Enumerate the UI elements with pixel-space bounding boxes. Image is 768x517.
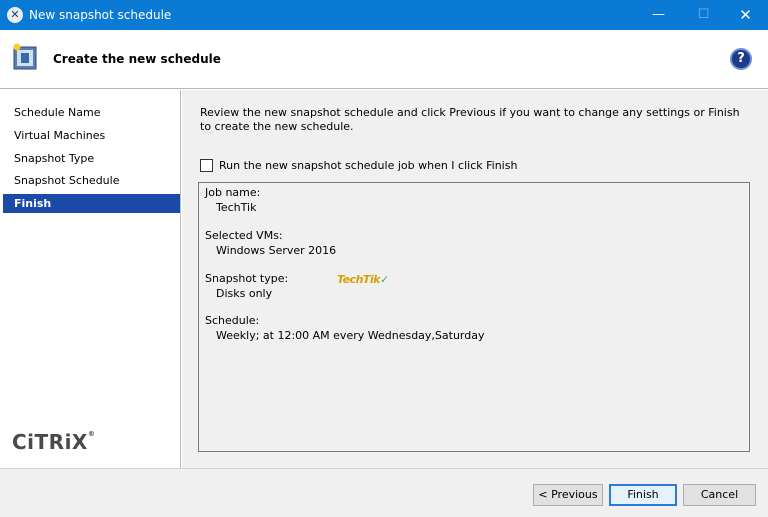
job-name-value: TechTik (216, 201, 257, 214)
wizard-content: Review the new snapshot schedule and cli… (182, 90, 768, 468)
wizard-sidebar: Schedule Name Virtual Machines Snapshot … (0, 90, 181, 468)
help-icon[interactable]: ? (730, 48, 752, 70)
summary-box: Job name: TechTik Selected VMs: Windows … (198, 182, 750, 452)
maximize-button: ☐ (697, 7, 710, 22)
snapshot-type-value: Disks only (216, 287, 273, 300)
sidebar-item-schedule-name[interactable]: Schedule Name (3, 103, 180, 122)
selected-vms-label: Selected VMs: (205, 229, 283, 242)
schedule-wizard-icon (13, 43, 37, 70)
finish-button[interactable]: Finish (609, 484, 677, 506)
schedule-value: Weekly; at 12:00 AM every Wednesday,Satu… (216, 329, 485, 342)
xenserver-icon: ✕ (7, 7, 23, 23)
wizard-header: Create the new schedule ? (0, 30, 768, 89)
minimize-button[interactable]: — (636, 0, 681, 30)
page-title: Create the new schedule (53, 52, 221, 66)
snapshot-type-label: Snapshot type: (205, 272, 289, 285)
sidebar-item-snapshot-schedule[interactable]: Snapshot Schedule (3, 171, 180, 190)
sidebar-item-virtual-machines[interactable]: Virtual Machines (3, 126, 180, 145)
selected-vms-value: Windows Server 2016 (216, 244, 337, 257)
intro-text: Review the new snapshot schedule and cli… (200, 106, 740, 133)
citrix-logo: CiTRiX® (12, 430, 96, 454)
window-title: New snapshot schedule (29, 8, 172, 22)
close-button[interactable]: ✕ (723, 0, 768, 30)
wizard-footer: < Previous Finish Cancel (0, 468, 768, 517)
cancel-button[interactable]: Cancel (683, 484, 756, 506)
sidebar-item-finish[interactable]: Finish (3, 194, 180, 213)
job-name-label: Job name: (205, 186, 261, 199)
run-job-checkbox-label[interactable]: Run the new snapshot schedule job when I… (219, 158, 517, 174)
techtik-watermark: TechTik✓ (337, 273, 389, 286)
run-job-checkbox[interactable] (200, 159, 213, 172)
previous-button[interactable]: < Previous (533, 484, 603, 506)
title-bar: ✕ New snapshot schedule — ☐ ✕ (0, 0, 768, 30)
schedule-label: Schedule: (205, 314, 260, 327)
sidebar-item-snapshot-type[interactable]: Snapshot Type (3, 149, 180, 168)
